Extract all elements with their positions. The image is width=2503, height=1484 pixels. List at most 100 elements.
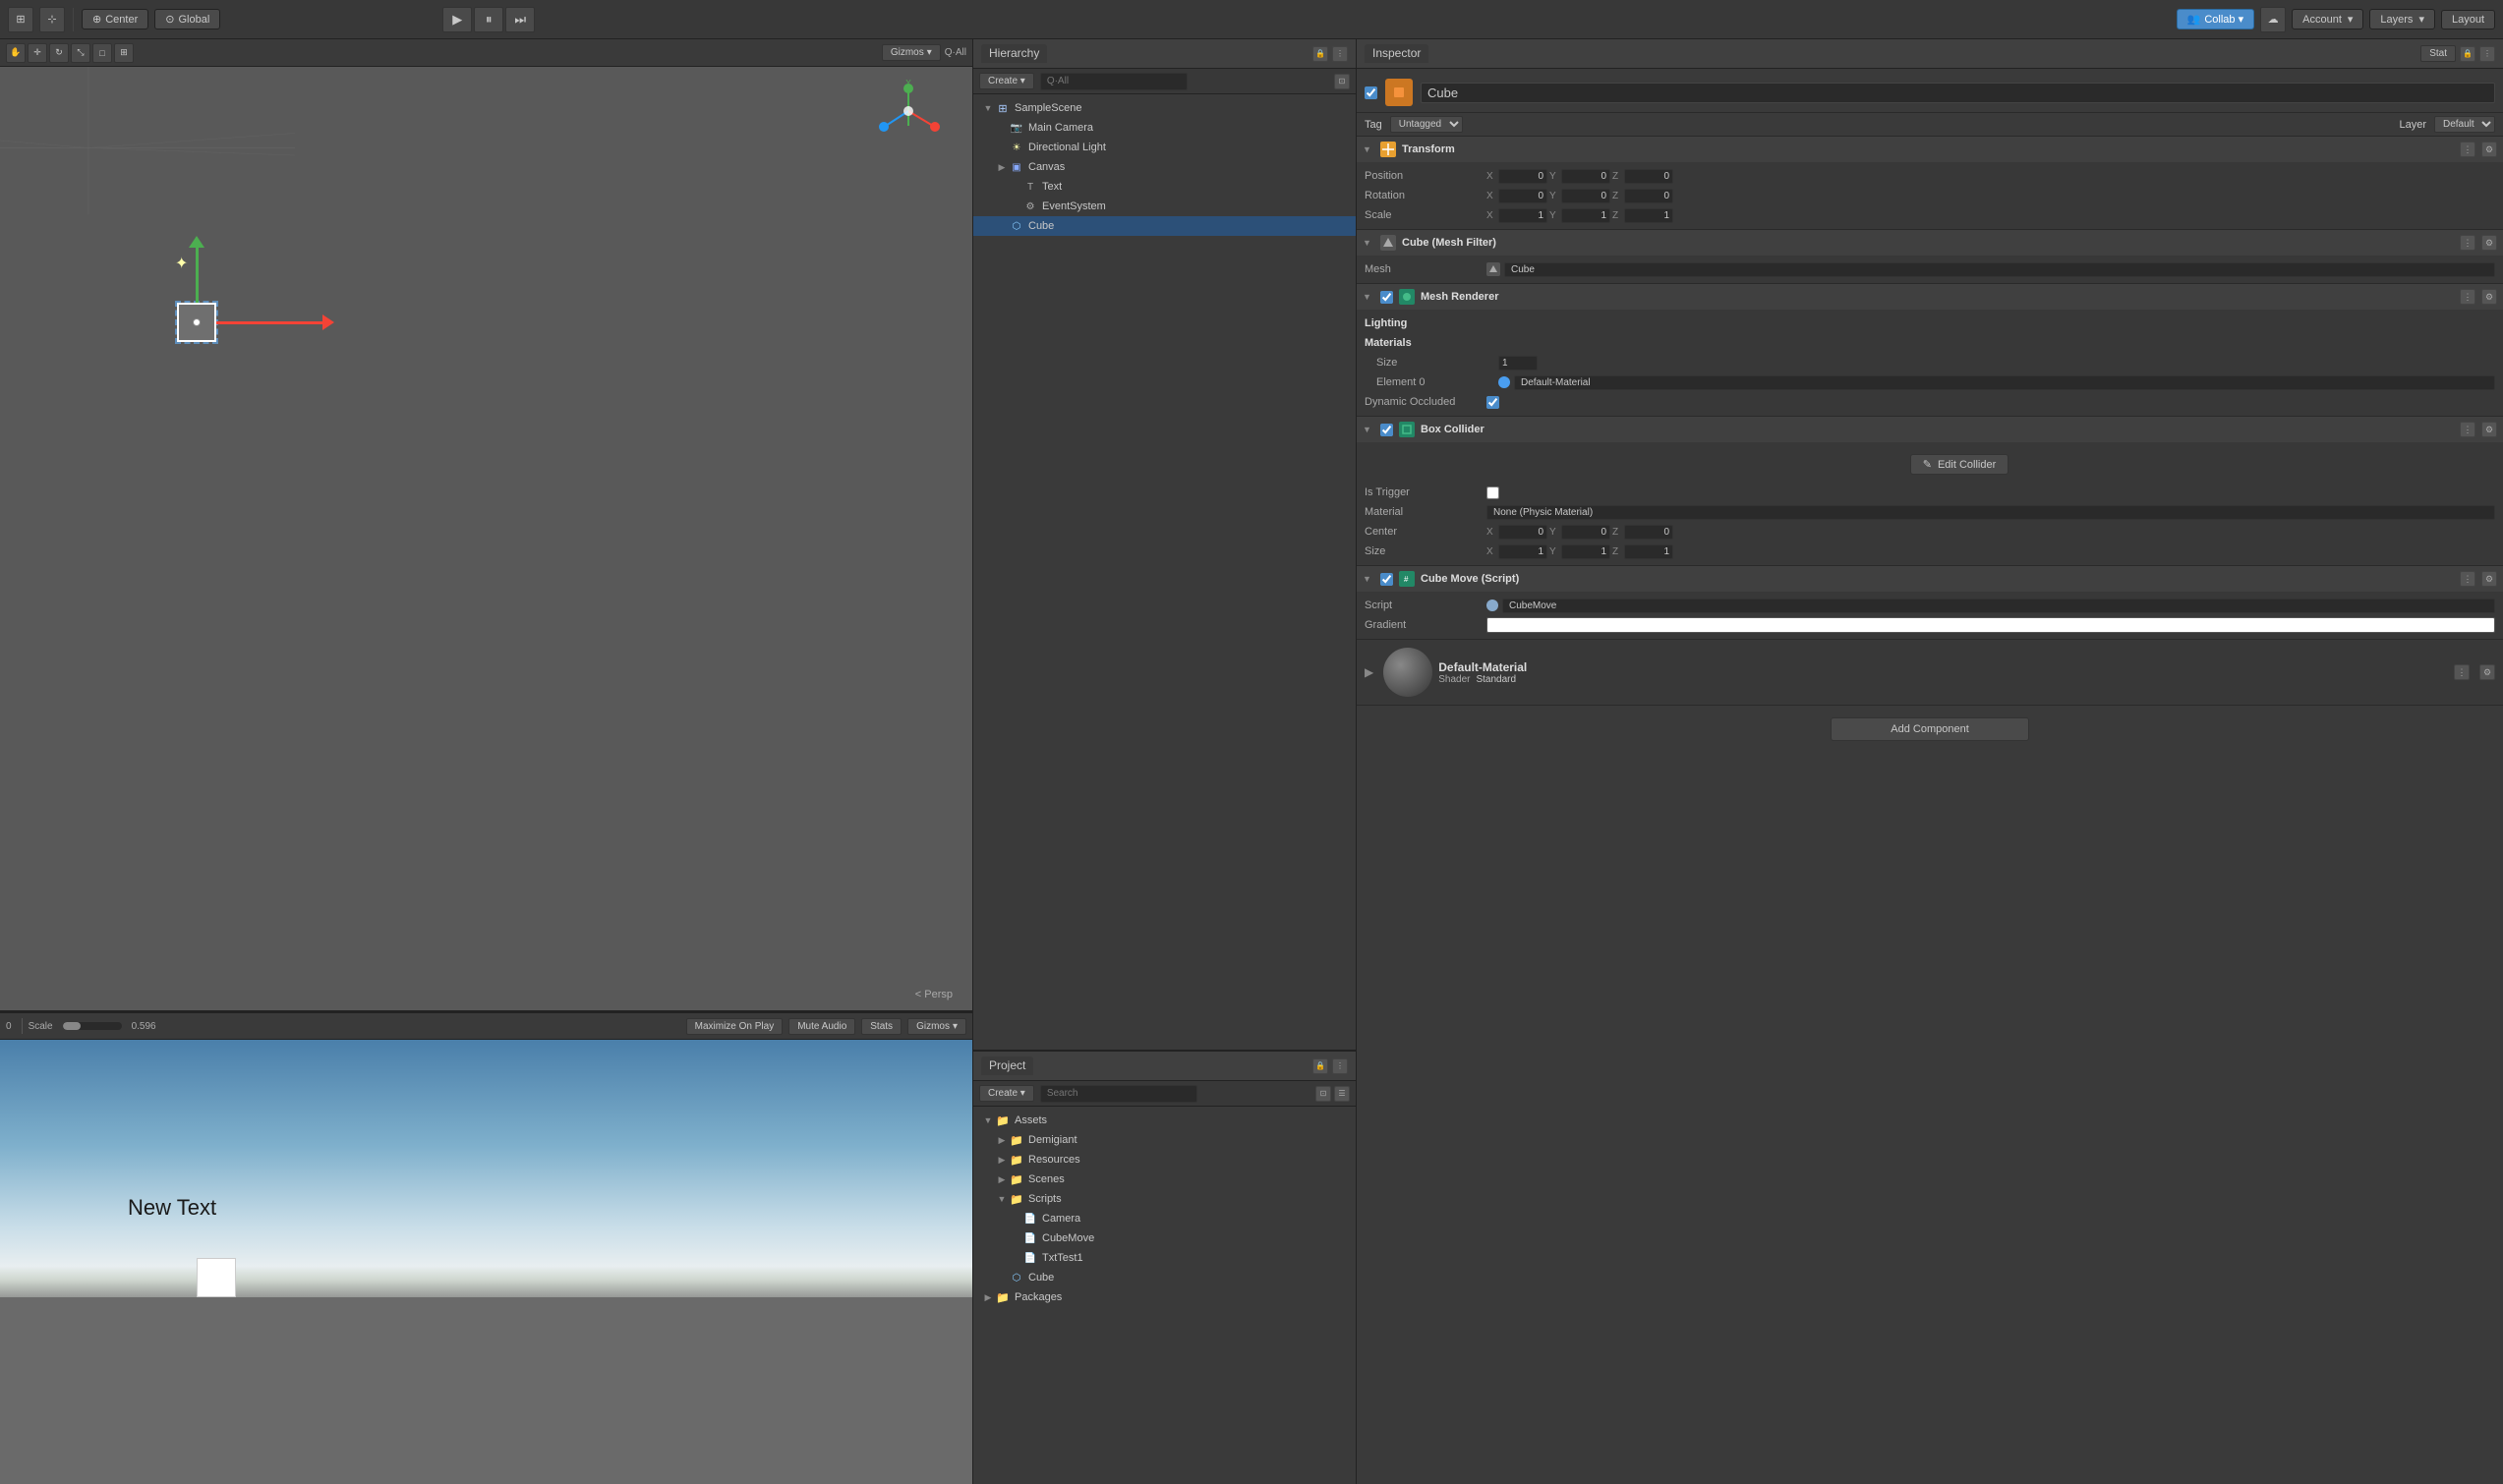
project-item-cubemove-script[interactable]: 📄 CubeMove (973, 1228, 1356, 1248)
gradient-field[interactable] (1486, 617, 2495, 633)
hierarchy-item-samplescene[interactable]: ▼ ⊞ SampleScene (973, 98, 1356, 118)
project-icon-1[interactable]: ⊡ (1315, 1086, 1331, 1102)
transform-settings-button[interactable]: ⚙ (2481, 142, 2497, 157)
hierarchy-menu-icon[interactable]: ⋮ (1332, 46, 1348, 62)
center-x-input[interactable] (1498, 525, 1547, 540)
project-item-resources[interactable]: ▶ 📁 Resources (973, 1150, 1356, 1170)
size-z-input[interactable] (1624, 544, 1673, 559)
dynamic-occluded-checkbox[interactable] (1486, 396, 1499, 409)
project-item-txttest1-script[interactable]: 📄 TxtTest1 (973, 1248, 1356, 1268)
cube-move-settings-button[interactable]: ⚙ (2481, 571, 2497, 587)
cube-move-header[interactable]: ▼ # Cube Move (Script) ⋮ ⚙ (1357, 566, 2503, 592)
account-button[interactable]: Account ▾ (2292, 9, 2363, 29)
layout-button[interactable]: Layout (2441, 10, 2495, 29)
rect-tool[interactable]: □ (92, 43, 112, 63)
material-settings-button[interactable]: ⚙ (2479, 664, 2495, 680)
rot-y-input[interactable] (1561, 189, 1610, 203)
project-item-scenes[interactable]: ▶ 📁 Scenes (973, 1170, 1356, 1189)
object-name-input[interactable] (1421, 83, 2495, 103)
hierarchy-item-maincamera[interactable]: 📷 Main Camera (973, 118, 1356, 138)
box-collider-menu-button[interactable]: ⋮ (2460, 422, 2475, 437)
rot-x-input[interactable] (1498, 189, 1547, 203)
center-z-input[interactable] (1624, 525, 1673, 540)
box-collider-settings-button[interactable]: ⚙ (2481, 422, 2497, 437)
project-create-button[interactable]: Create ▾ (979, 1085, 1034, 1102)
add-component-button[interactable]: Add Component (1831, 717, 2029, 741)
mesh-renderer-checkbox[interactable] (1380, 291, 1393, 304)
hierarchy-lock-icon[interactable]: 🔒 (1312, 46, 1328, 62)
edit-collider-button[interactable]: ✎ Edit Collider (1910, 454, 2009, 475)
move-tool[interactable]: ✛ (28, 43, 47, 63)
inspector-menu-icon[interactable]: ⋮ (2479, 46, 2495, 62)
mesh-filter-settings-button[interactable]: ⚙ (2481, 235, 2497, 251)
material-expand-arrow[interactable]: ▶ (1365, 665, 1373, 679)
scale-tool[interactable]: ⤡ (71, 43, 90, 63)
layers-button[interactable]: Layers ▾ (2369, 9, 2435, 29)
tab-inspector[interactable]: Inspector (1365, 44, 1428, 63)
scl-z-input[interactable] (1624, 208, 1673, 223)
gizmo-widget[interactable]: Y (874, 77, 943, 145)
scl-y-input[interactable] (1561, 208, 1610, 223)
hand-tool[interactable]: ✋ (6, 43, 26, 63)
mesh-filter-header[interactable]: ▼ Cube (Mesh Filter) ⋮ ⚙ (1357, 230, 2503, 256)
project-icon-2[interactable]: ☰ (1334, 1086, 1350, 1102)
rot-z-input[interactable] (1624, 189, 1673, 203)
project-item-cube-prefab[interactable]: ⬡ Cube (973, 1268, 1356, 1287)
mute-audio-button[interactable]: Mute Audio (788, 1018, 855, 1035)
project-item-scripts[interactable]: ▼ 📁 Scripts (973, 1189, 1356, 1209)
pos-x-input[interactable] (1498, 169, 1547, 184)
tab-project[interactable]: Project (981, 1056, 1033, 1075)
scene-canvas[interactable]: ✦ Y (0, 67, 972, 1010)
project-item-assets[interactable]: ▼ 📁 Assets (973, 1111, 1356, 1130)
pause-button[interactable]: ⏸ (474, 7, 503, 32)
global-button[interactable]: ⊙ Global (154, 9, 220, 29)
hierarchy-expand-icon[interactable]: ⊡ (1334, 74, 1350, 89)
hierarchy-create-button[interactable]: Create ▾ (979, 73, 1034, 89)
project-search-input[interactable] (1040, 1085, 1197, 1103)
project-item-demigiant[interactable]: ▶ 📁 Demigiant (973, 1130, 1356, 1150)
toolbar-icon-1[interactable]: ⊞ (8, 7, 33, 32)
project-item-packages[interactable]: ▶ 📁 Packages (973, 1287, 1356, 1307)
transform-menu-button[interactable]: ⋮ (2460, 142, 2475, 157)
hierarchy-item-canvas[interactable]: ▶ ▣ Canvas (973, 157, 1356, 177)
mesh-filter-menu-button[interactable]: ⋮ (2460, 235, 2475, 251)
hierarchy-item-text[interactable]: T Text (973, 177, 1356, 197)
cube-move-menu-button[interactable]: ⋮ (2460, 571, 2475, 587)
hierarchy-search-input[interactable] (1040, 73, 1188, 90)
pos-y-input[interactable] (1561, 169, 1610, 184)
box-collider-checkbox[interactable] (1380, 424, 1393, 436)
combined-tool[interactable]: ⊞ (114, 43, 134, 63)
layer-dropdown[interactable]: Default (2434, 116, 2495, 133)
mesh-renderer-menu-button[interactable]: ⋮ (2460, 289, 2475, 305)
collab-button[interactable]: 👥 Collab ▾ (2177, 9, 2254, 29)
maximize-play-button[interactable]: Maximize On Play (686, 1018, 784, 1035)
gizmos-dropdown[interactable]: Gizmos ▾ (882, 44, 941, 61)
hierarchy-item-cube[interactable]: ⬡ Cube (973, 216, 1356, 236)
scene-cube-object[interactable] (177, 303, 216, 342)
project-lock-icon[interactable]: 🔒 (1312, 1058, 1328, 1074)
cube-move-checkbox[interactable] (1380, 573, 1393, 586)
is-trigger-checkbox[interactable] (1486, 486, 1499, 499)
rotate-tool[interactable]: ↻ (49, 43, 69, 63)
hierarchy-item-directionallight[interactable]: ☀ Directional Light (973, 138, 1356, 157)
play-button[interactable]: ▶ (442, 7, 472, 32)
size-y-input[interactable] (1561, 544, 1610, 559)
hierarchy-item-eventsystem[interactable]: ⚙ EventSystem (973, 197, 1356, 216)
material-menu-button[interactable]: ⋮ (2454, 664, 2470, 680)
toolbar-icon-2[interactable]: ⊹ (39, 7, 65, 32)
size-x-input[interactable] (1498, 544, 1547, 559)
scl-x-input[interactable] (1498, 208, 1547, 223)
game-gizmos-button[interactable]: Gizmos ▾ (907, 1018, 966, 1035)
stat-button[interactable]: Stat (2420, 45, 2456, 62)
mesh-renderer-settings-button[interactable]: ⚙ (2481, 289, 2497, 305)
cloud-button[interactable]: ☁ (2260, 7, 2286, 32)
mesh-renderer-header[interactable]: ▼ Mesh Renderer ⋮ ⚙ (1357, 284, 2503, 310)
project-menu-icon[interactable]: ⋮ (1332, 1058, 1348, 1074)
size-input[interactable] (1498, 356, 1538, 371)
box-collider-header[interactable]: ▼ Box Collider ⋮ ⚙ (1357, 417, 2503, 442)
tag-dropdown[interactable]: Untagged (1390, 116, 1463, 133)
object-active-checkbox[interactable] (1365, 86, 1377, 99)
transform-header[interactable]: ▼ Transform ⋮ ⚙ (1357, 137, 2503, 162)
pos-z-input[interactable] (1624, 169, 1673, 184)
tab-hierarchy[interactable]: Hierarchy (981, 44, 1047, 63)
